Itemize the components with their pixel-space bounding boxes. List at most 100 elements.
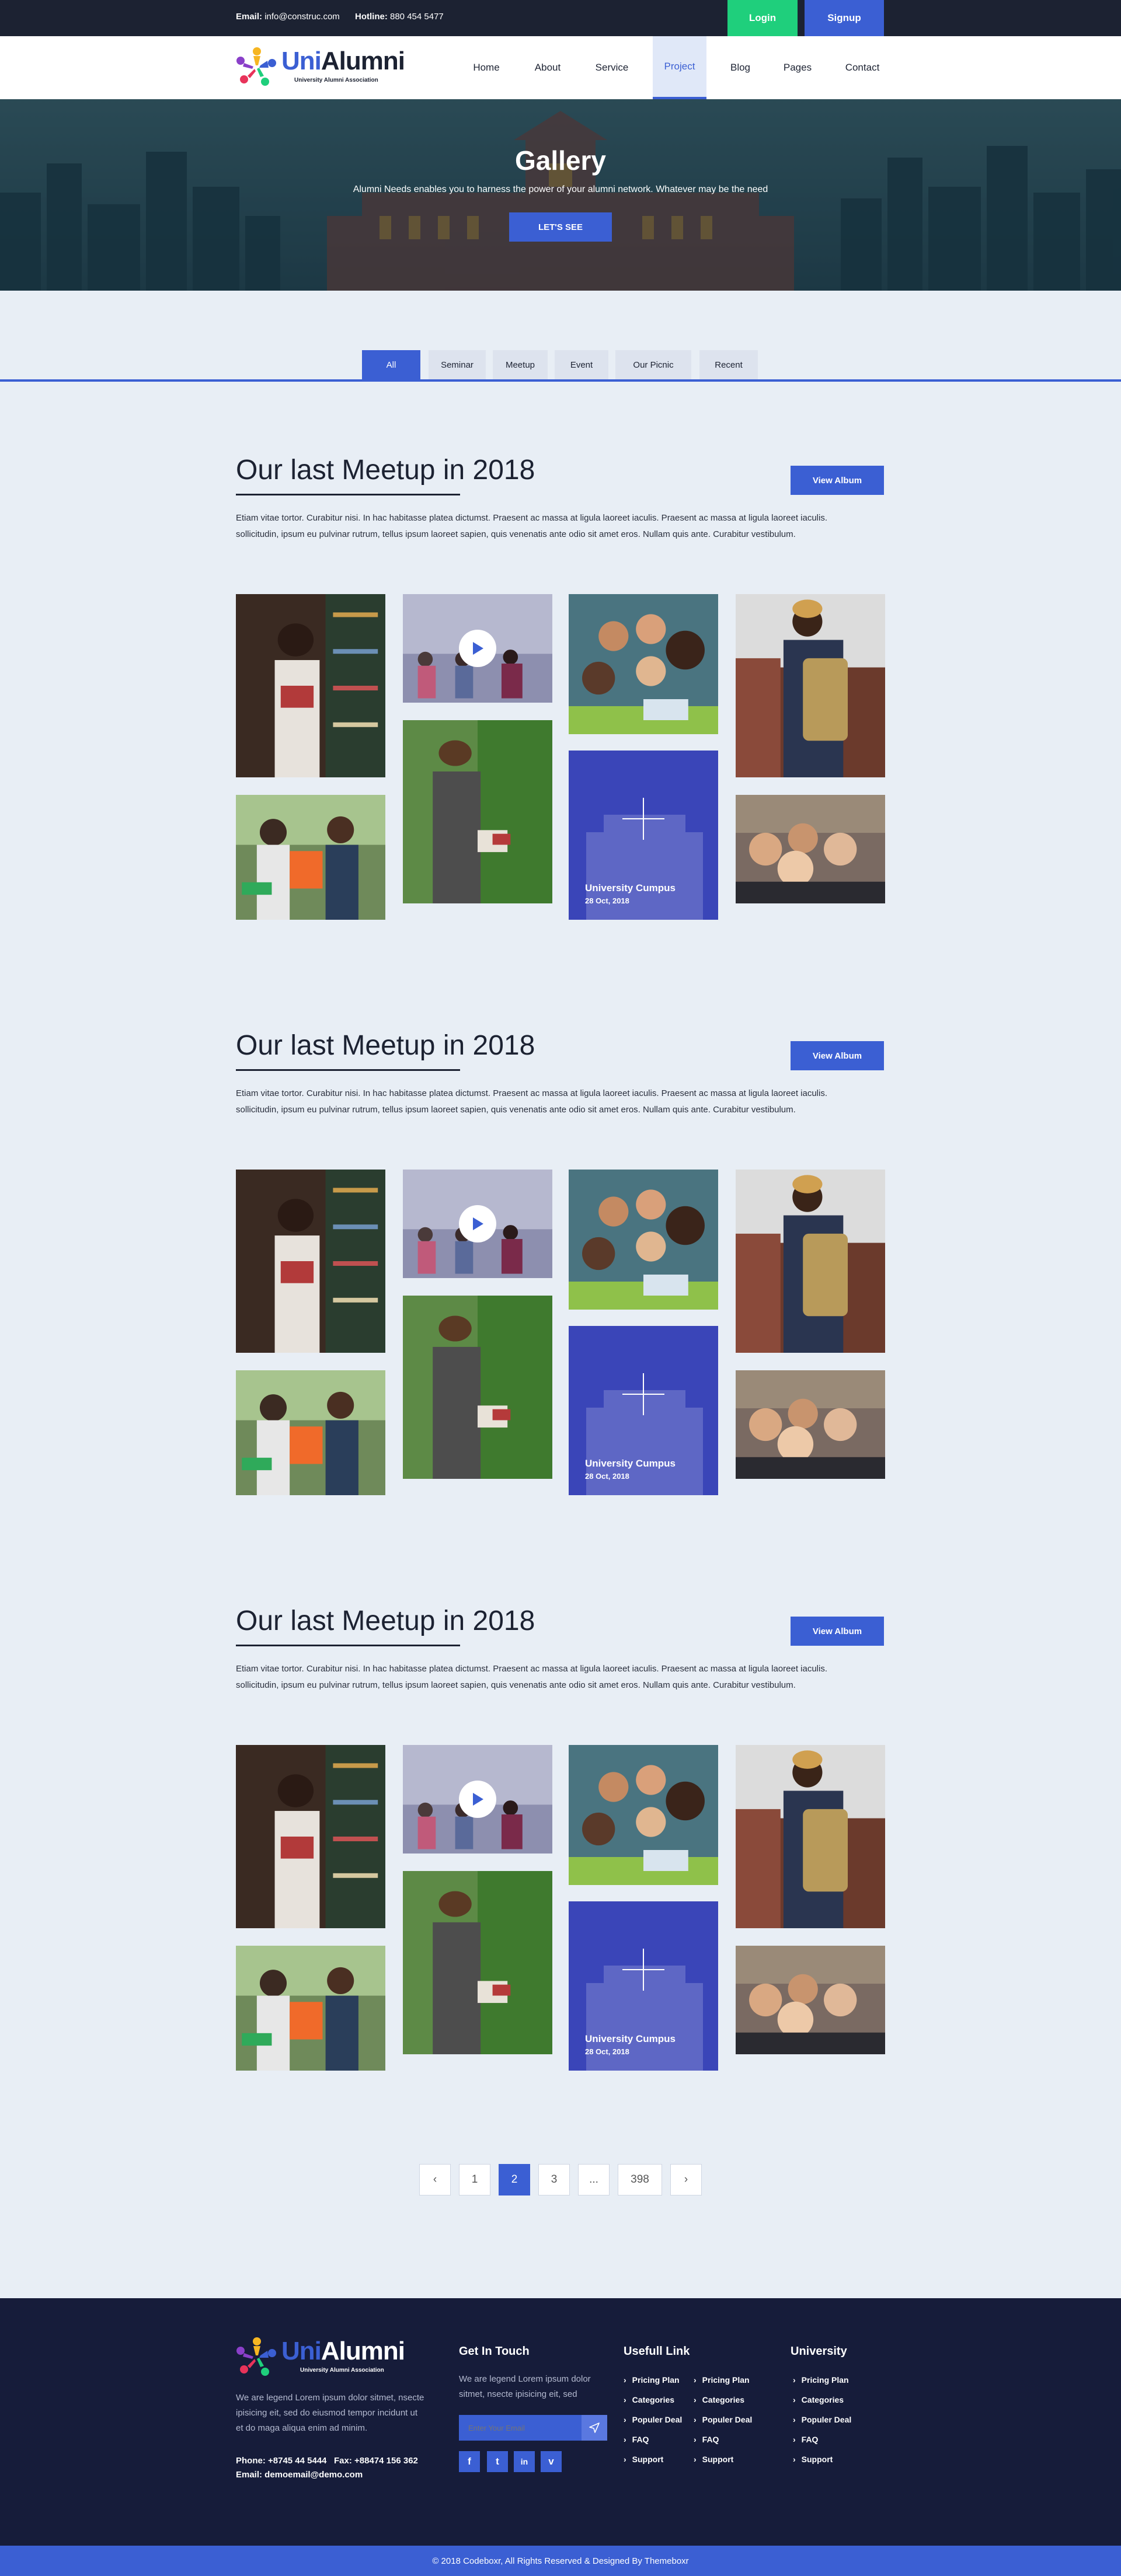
newsletter-send-button[interactable]	[582, 2415, 607, 2441]
site-logo[interactable]: UniAlumni University Alumni Association	[236, 43, 405, 92]
photo-student-backpack[interactable]	[736, 594, 885, 777]
footer-link[interactable]: › Pricing Plan	[694, 2375, 750, 2385]
pagination-prev[interactable]: ‹	[419, 2164, 451, 2195]
footer-link[interactable]: › Populer Deal	[793, 2415, 851, 2424]
photo-student-library[interactable]	[236, 594, 385, 777]
footer-link-label: Pricing Plan	[632, 2375, 680, 2385]
photo-friends-selfie[interactable]	[736, 1370, 885, 1479]
section-title-underline	[236, 1645, 460, 1646]
photo-student-library[interactable]	[236, 1170, 385, 1353]
chevron-right-icon: ›	[793, 2435, 796, 2444]
footer-link-label: Support	[702, 2455, 734, 2464]
footer-link[interactable]: › Categories	[793, 2395, 844, 2404]
photo-students-outdoor[interactable]	[236, 1370, 385, 1495]
top-bar: Email: info@construc.com Hotline: 880 45…	[0, 0, 1121, 36]
photo-student-backpack[interactable]	[736, 1170, 885, 1353]
photo-student-backpack[interactable]	[736, 1745, 885, 1928]
linkedin-icon[interactable]: in	[514, 2451, 535, 2472]
view-album-button[interactable]: View Album	[791, 466, 884, 495]
play-icon[interactable]	[459, 630, 496, 667]
pagination-page-3[interactable]: 3	[538, 2164, 570, 2195]
photo-students-outdoor[interactable]	[236, 795, 385, 920]
tab-event[interactable]: Event	[555, 350, 608, 379]
footer-link-label: FAQ	[702, 2435, 719, 2444]
footer-link[interactable]: › Support	[793, 2455, 833, 2464]
footer-logo[interactable]: UniAlumni University Alumni Association	[236, 2333, 405, 2382]
footer-link-label: FAQ	[801, 2435, 819, 2444]
tab-our-picnic[interactable]: Our Picnic	[615, 350, 691, 379]
footer-link[interactable]: › Support	[694, 2455, 733, 2464]
footer-link[interactable]: › Pricing Plan	[793, 2375, 849, 2385]
footer-link[interactable]: › Support	[624, 2455, 663, 2464]
email-value[interactable]: info@construc.com	[264, 12, 340, 22]
album-card[interactable]: University Cumpus 28 Oct, 2018	[569, 1326, 718, 1495]
photo-student-library[interactable]	[236, 1745, 385, 1928]
view-album-button[interactable]: View Album	[791, 1617, 884, 1646]
footer-link[interactable]: › FAQ	[694, 2435, 719, 2444]
photo-student-reading[interactable]	[403, 720, 552, 903]
chevron-right-icon: ›	[624, 2455, 626, 2464]
section-description-line2: sollicitudin, ipsum eu pulvinar rutrum, …	[236, 529, 796, 539]
photo-group-laptop[interactable]	[569, 1170, 718, 1310]
nav-about[interactable]: About	[523, 36, 572, 99]
brand-name-part2: Alumni	[321, 47, 405, 75]
footer-link[interactable]: › Categories	[624, 2395, 674, 2404]
nav-blog[interactable]: Blog	[722, 36, 759, 99]
hero-subtitle: Alumni Needs enables you to harness the …	[353, 184, 768, 194]
footer-link[interactable]: › Populer Deal	[694, 2415, 752, 2424]
chevron-right-icon: ›	[793, 2415, 796, 2424]
twitter-icon[interactable]: t	[487, 2451, 508, 2472]
nav-home[interactable]: Home	[462, 36, 510, 99]
video-thumbnail[interactable]	[403, 1745, 552, 1854]
pagination-next[interactable]: ›	[670, 2164, 702, 2195]
footer-link[interactable]: › Pricing Plan	[624, 2375, 680, 2385]
footer-link-label: Populer Deal	[632, 2415, 683, 2424]
login-button[interactable]: Login	[727, 0, 798, 36]
pagination-page-1[interactable]: 1	[459, 2164, 490, 2195]
album-card[interactable]: University Cumpus 28 Oct, 2018	[569, 751, 718, 920]
nav-service[interactable]: Service	[587, 36, 636, 99]
pagination-page-398[interactable]: 398	[618, 2164, 662, 2195]
tab-seminar[interactable]: Seminar	[429, 350, 486, 379]
vimeo-icon[interactable]: v	[541, 2451, 562, 2472]
footer-link[interactable]: › FAQ	[624, 2435, 649, 2444]
lets-see-button[interactable]: LET'S SEE	[509, 212, 612, 242]
chevron-right-icon: ›	[624, 2395, 626, 2404]
section-description-line2: sollicitudin, ipsum eu pulvinar rutrum, …	[236, 1680, 796, 1690]
play-icon[interactable]	[459, 1205, 496, 1242]
tab-recent[interactable]: Recent	[699, 350, 758, 379]
footer-link-label: FAQ	[632, 2435, 649, 2444]
footer-link[interactable]: › Categories	[694, 2395, 744, 2404]
pagination-ellipsis[interactable]: ...	[578, 2164, 610, 2195]
chevron-right-icon: ›	[624, 2375, 626, 2385]
nav-contact[interactable]: Contact	[836, 36, 889, 99]
footer-email[interactable]: Email: demoemail@demo.com	[236, 2470, 363, 2480]
newsletter-email-input[interactable]	[459, 2415, 582, 2441]
footer-link[interactable]: › Populer Deal	[624, 2415, 682, 2424]
tab-all[interactable]: All	[362, 350, 420, 379]
hero-background-image	[0, 99, 1121, 291]
facebook-icon[interactable]: f	[459, 2451, 480, 2472]
chevron-right-icon: ›	[793, 2375, 796, 2385]
video-thumbnail[interactable]	[403, 1170, 552, 1278]
photo-friends-selfie[interactable]	[736, 795, 885, 903]
video-thumbnail[interactable]	[403, 594, 552, 703]
play-icon[interactable]	[459, 1781, 496, 1818]
nav-project[interactable]: Project	[653, 36, 706, 99]
footer-link[interactable]: › FAQ	[793, 2435, 818, 2444]
photo-student-reading[interactable]	[403, 1296, 552, 1479]
pagination-page-2[interactable]: 2	[499, 2164, 530, 2195]
view-album-button[interactable]: View Album	[791, 1041, 884, 1070]
album-date: 28 Oct, 2018	[585, 1472, 629, 1481]
hotline-value[interactable]: 880 454 5477	[390, 12, 444, 22]
photo-students-outdoor[interactable]	[236, 1946, 385, 2071]
signup-button[interactable]: Signup	[805, 0, 884, 36]
photo-friends-selfie[interactable]	[736, 1946, 885, 2054]
chevron-right-icon: ›	[793, 2455, 796, 2464]
album-card[interactable]: University Cumpus 28 Oct, 2018	[569, 1901, 718, 2071]
nav-pages[interactable]: Pages	[774, 36, 821, 99]
photo-group-laptop[interactable]	[569, 594, 718, 734]
photo-group-laptop[interactable]	[569, 1745, 718, 1885]
photo-student-reading[interactable]	[403, 1871, 552, 2054]
tab-meetup[interactable]: Meetup	[493, 350, 548, 379]
